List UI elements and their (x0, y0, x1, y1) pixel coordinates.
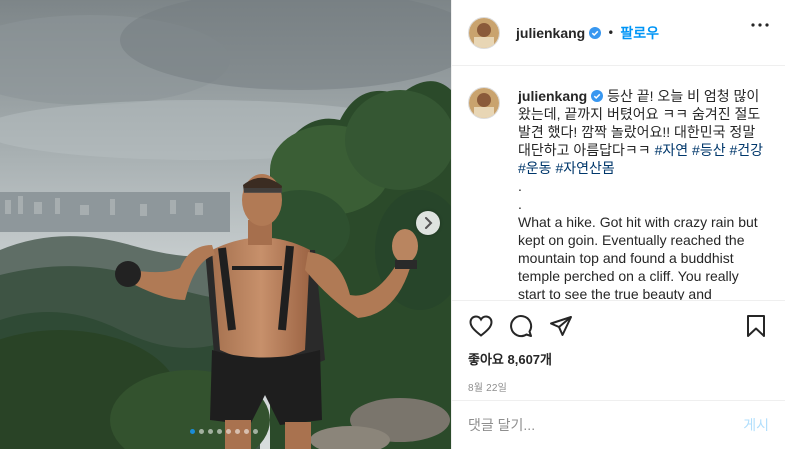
carousel-dot (190, 429, 195, 434)
action-icons-row (468, 301, 769, 351)
caption-english: What a hike. Got hit with crazy rain but… (518, 214, 758, 300)
carousel-dot (217, 429, 222, 434)
comment-form: 게시 (452, 400, 785, 449)
next-photo-button[interactable] (416, 211, 440, 235)
post-header: julienkang • 팔로우 (452, 0, 785, 66)
hiker-photo-image (0, 0, 451, 449)
avatar-image (469, 17, 499, 48)
carousel-dot (199, 429, 204, 434)
user-avatar[interactable] (468, 16, 500, 49)
heart-icon (469, 315, 493, 337)
post-comment-button[interactable]: 게시 (743, 415, 769, 435)
more-options-icon[interactable] (751, 23, 769, 27)
comment-icon (510, 315, 533, 338)
comment-button[interactable] (508, 313, 534, 339)
post-date[interactable]: 8월 22일 (468, 379, 769, 394)
carousel-dot (226, 429, 231, 434)
separator-dot: • (607, 25, 615, 40)
paper-plane-icon (550, 316, 572, 336)
comment-input[interactable] (468, 417, 744, 433)
caption-area[interactable]: julienkang 등산 끝! 오늘 비 엄청 많이 왔는데, 끝까지 버텼어… (452, 67, 785, 300)
caption-text: julienkang 등산 끝! 오늘 비 엄청 많이 왔는데, 끝까지 버텼어… (518, 87, 764, 300)
bookmark-icon (747, 315, 765, 337)
carousel-dot (253, 429, 258, 434)
caption-row: julienkang 등산 끝! 오늘 비 엄청 많이 왔는데, 끝까지 버텼어… (468, 87, 769, 300)
caption-dot-line: . (518, 178, 522, 194)
hashtag-link[interactable]: #건강 (729, 142, 763, 158)
avatar-image (469, 88, 499, 118)
chevron-right-icon (425, 217, 433, 229)
carousel-dot (244, 429, 249, 434)
share-button[interactable] (548, 313, 574, 339)
like-button[interactable] (468, 313, 494, 339)
carousel-dot (208, 429, 213, 434)
hashtag-link[interactable]: #자연 (655, 142, 689, 158)
hashtag-link[interactable]: #자연산몸 (555, 160, 614, 176)
verified-badge-icon (589, 26, 602, 39)
likes-count[interactable]: 좋아요 8,607개 (468, 349, 769, 368)
username-link[interactable]: julienkang (516, 25, 585, 41)
save-button[interactable] (743, 313, 769, 339)
post-actions: 좋아요 8,607개 8월 22일 (452, 300, 785, 400)
post-side-panel: julienkang • 팔로우 julienkang 등산 끝! 오늘 비 엄… (451, 0, 785, 449)
carousel-indicator (0, 429, 451, 434)
post-photo[interactable] (0, 0, 451, 449)
caption-avatar[interactable] (468, 87, 500, 119)
carousel-dot (235, 429, 240, 434)
caption-username[interactable]: julienkang (518, 88, 587, 104)
follow-button[interactable]: 팔로우 (620, 23, 659, 43)
hashtag-link[interactable]: #등산 (692, 142, 726, 158)
hashtag-link[interactable]: #운동 (518, 160, 552, 176)
verified-badge-icon (591, 90, 604, 102)
caption-dot-line: . (518, 196, 522, 212)
